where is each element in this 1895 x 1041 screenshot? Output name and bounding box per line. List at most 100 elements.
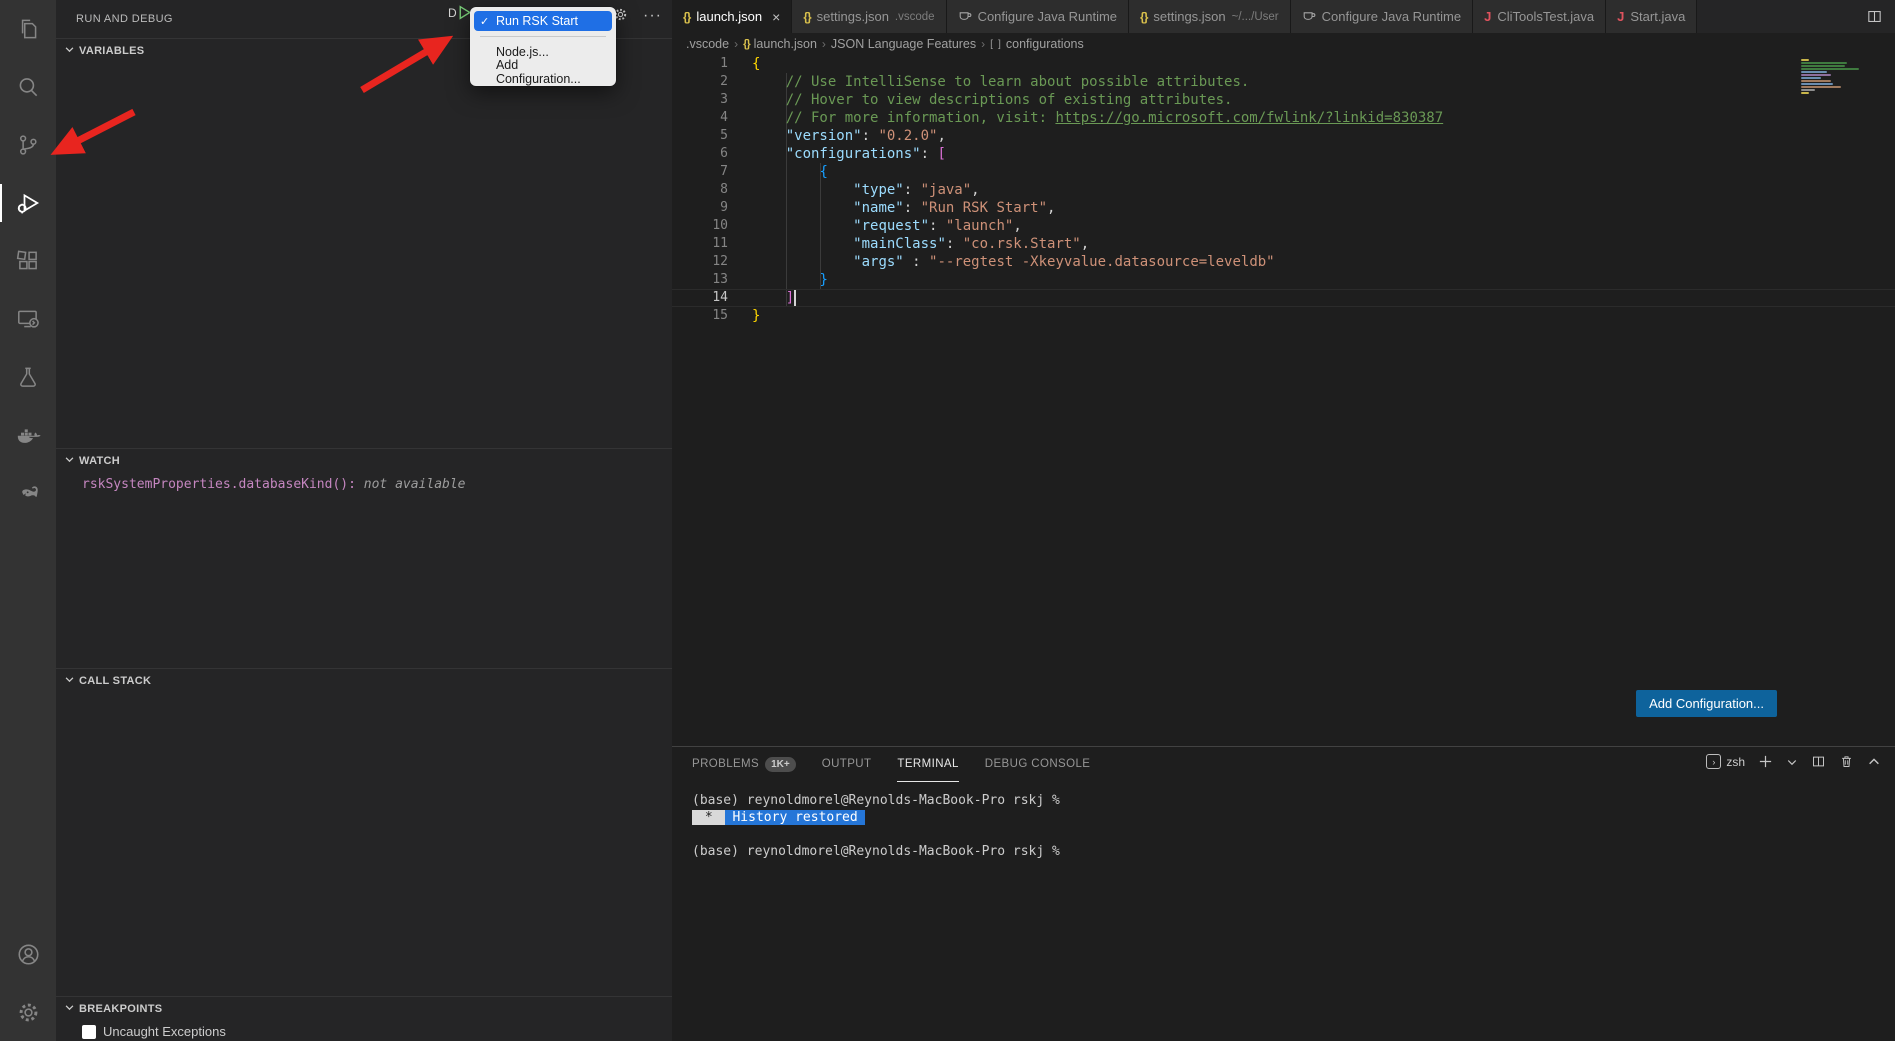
panel-tab-debug-console[interactable]: DEBUG CONSOLE (985, 747, 1091, 782)
terminal-output[interactable]: (base) reynoldmorel@Reynolds-MacBook-Pro… (672, 782, 1895, 860)
add-configuration-button[interactable]: Add Configuration... (1636, 690, 1777, 717)
gradle-icon[interactable] (0, 464, 56, 522)
code-line-13[interactable]: 13 } (672, 271, 1895, 289)
line-number: 3 (672, 91, 728, 109)
code-line-11[interactable]: 11 "mainClass": "co.rsk.Start", (672, 235, 1895, 253)
tab-settings.json[interactable]: {}settings.json~/.../User (1129, 0, 1291, 33)
remote-explorer-icon[interactable] (0, 290, 56, 348)
terminal-shell-selector[interactable]: › zsh (1706, 754, 1745, 769)
code-line-10[interactable]: 10 "request": "launch", (672, 217, 1895, 235)
accounts-icon[interactable] (0, 925, 56, 983)
menu-item-run-rsk-start[interactable]: ✓Run RSK Start (474, 11, 612, 31)
breadcrumb-separator: › (822, 37, 826, 51)
menu-item-add-configuration[interactable]: Add Configuration... (474, 62, 612, 82)
chevron-down-icon (64, 454, 75, 468)
tab-detail: ~/.../User (1232, 11, 1279, 23)
minimap[interactable] (1801, 59, 1867, 103)
checkmark-icon: ✓ (480, 15, 496, 28)
extensions-icon[interactable] (0, 232, 56, 290)
code-line-7[interactable]: 7 { (672, 163, 1895, 181)
source-control-icon[interactable] (0, 116, 56, 174)
code-line-4[interactable]: 4 // For more information, visit: https:… (672, 109, 1895, 127)
comment-link[interactable]: https://go.microsoft.com/fwlink/?linkid=… (1055, 110, 1443, 126)
code-line-9[interactable]: 9 "name": "Run RSK Start", (672, 199, 1895, 217)
breakpoints-section: BREAKPOINTS Uncaught Exceptions (56, 996, 672, 1041)
code-text: ] (752, 289, 796, 307)
kill-terminal-trash-icon[interactable] (1839, 754, 1854, 769)
json-braces-icon: {} (683, 10, 690, 24)
maximize-panel-chevron-icon[interactable] (1867, 755, 1881, 769)
code-line-8[interactable]: 8 "type": "java", (672, 181, 1895, 199)
chevron-down-icon (64, 1002, 75, 1016)
breadcrumb-label: .vscode (686, 37, 729, 51)
breadcrumb-item-.vscode[interactable]: .vscode (686, 37, 729, 51)
panel-tab-output[interactable]: OUTPUT (822, 747, 872, 782)
breadcrumb-item-launch.json[interactable]: {}launch.json (743, 37, 817, 51)
terminal-line: (base) reynoldmorel@Reynolds-MacBook-Pro… (692, 843, 1895, 860)
code-text: } (752, 271, 828, 289)
chevron-down-icon (64, 44, 75, 58)
tab-launch.json[interactable]: {}launch.json× (672, 0, 792, 33)
manage-gear-icon[interactable] (0, 983, 56, 1041)
tab-Start.java[interactable]: J Start.java (1606, 0, 1697, 33)
code-line-3[interactable]: 3 // Hover to view descriptions of exist… (672, 91, 1895, 109)
tab-label: Configure Java Runtime (978, 9, 1117, 24)
menu-item-label: Node.js... (496, 45, 549, 59)
breadcrumb-separator: › (734, 37, 738, 51)
tab-CliToolsTest.java[interactable]: JCliToolsTest.java (1473, 0, 1606, 33)
tab-detail: .vscode (895, 11, 935, 23)
terminal-line: * History restored (692, 809, 1895, 826)
breadcrumb-item-JSON Language Features[interactable]: JSON Language Features (831, 37, 976, 51)
uncaught-exceptions-row: Uncaught Exceptions (56, 1021, 672, 1039)
terminal-line (692, 826, 1895, 843)
tab-settings.json[interactable]: {}settings.json.vscode (792, 0, 946, 33)
docker-icon[interactable] (0, 406, 56, 464)
code-line-12[interactable]: 12 "args" : "--regtest -Xkeyvalue.dataso… (672, 253, 1895, 271)
code-text: "type": "java", (752, 181, 980, 199)
terminal-icon: › (1706, 754, 1721, 769)
panel-tab-problems[interactable]: PROBLEMS1K+ (692, 747, 796, 782)
menu-item-label: Add Configuration... (496, 58, 606, 86)
code-text: "request": "launch", (752, 217, 1022, 235)
breadcrumb-label: launch.json (754, 37, 817, 51)
chevron-down-icon (64, 674, 75, 688)
tab-label: Start.java (1630, 9, 1685, 24)
testing-icon[interactable] (0, 348, 56, 406)
code-line-5[interactable]: 5 "version": "0.2.0", (672, 127, 1895, 145)
call-stack-section-header[interactable]: CALL STACK (56, 669, 672, 693)
split-terminal-icon[interactable] (1811, 754, 1826, 769)
array-icon: [ ] (990, 38, 1002, 50)
explorer-icon[interactable] (0, 0, 56, 58)
watch-expression-row[interactable]: rskSystemProperties.databaseKind(): not … (56, 473, 672, 492)
code-line-14[interactable]: 14 ] (672, 289, 1895, 307)
code-line-6[interactable]: 6 "configurations": [ (672, 145, 1895, 163)
breadcrumb-item-configurations[interactable]: [ ]configurations (990, 37, 1084, 51)
run-and-debug-icon[interactable] (0, 174, 56, 232)
tab-Configure Java Runtime[interactable]: Configure Java Runtime (947, 0, 1129, 33)
breakpoints-section-header[interactable]: BREAKPOINTS (56, 997, 672, 1021)
bottom-panel: PROBLEMS1K+ OUTPUT TERMINAL DEBUG CONSOLE ›… (672, 746, 1895, 1041)
panel-tab-terminal[interactable]: TERMINAL (897, 747, 958, 782)
code-line-1[interactable]: 1{ (672, 55, 1895, 73)
watch-label: WATCH (79, 455, 120, 467)
views-more-actions-icon[interactable]: ··· (643, 11, 662, 21)
line-number: 4 (672, 109, 728, 127)
close-icon[interactable]: × (772, 9, 780, 25)
terminal-dropdown-chevron-icon[interactable] (1786, 756, 1798, 768)
search-icon[interactable] (0, 58, 56, 116)
watch-section-header[interactable]: WATCH (56, 449, 672, 473)
line-number: 12 (672, 253, 728, 271)
java-file-icon: J (1617, 9, 1624, 24)
panel-tab-label: PROBLEMS (692, 758, 759, 770)
uncaught-exceptions-checkbox[interactable] (82, 1025, 96, 1039)
java-file-icon: J (1484, 9, 1491, 24)
tab-Configure Java Runtime[interactable]: Configure Java Runtime (1291, 0, 1473, 33)
split-editor-icon[interactable] (1854, 0, 1895, 33)
code-line-2[interactable]: 2 // Use IntelliSense to learn about pos… (672, 73, 1895, 91)
code-line-15[interactable]: 15} (672, 307, 1895, 325)
editor-group: {}launch.json×{}settings.json.vscodeConf… (672, 0, 1895, 1041)
code-text: } (752, 307, 760, 325)
code-editor[interactable]: 1{2 // Use IntelliSense to learn about p… (672, 55, 1895, 746)
new-terminal-icon[interactable] (1758, 754, 1773, 769)
menu-item-label: Run RSK Start (496, 14, 578, 28)
